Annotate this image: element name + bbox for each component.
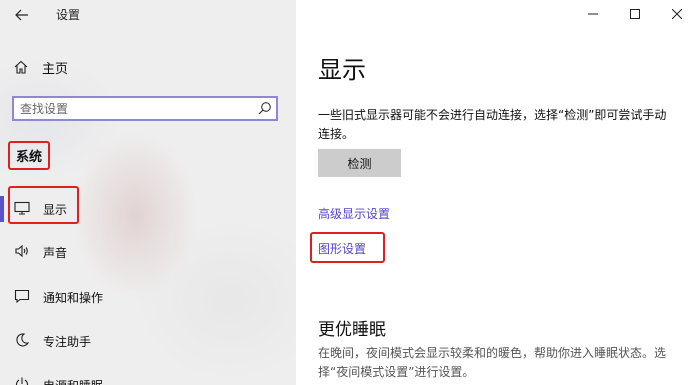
sidebar-item-label: 专注助手 xyxy=(43,335,92,349)
detect-button[interactable]: 检测 xyxy=(318,149,401,177)
sleep-section-title: 更优睡眠 xyxy=(318,320,386,340)
search-icon[interactable] xyxy=(258,101,272,115)
maximize-button[interactable] xyxy=(620,4,650,24)
minimize-icon xyxy=(588,13,598,15)
power-icon xyxy=(15,377,29,385)
active-indicator xyxy=(0,196,4,222)
message-icon xyxy=(14,289,30,304)
page-title: 显示 xyxy=(318,56,366,84)
maximize-icon xyxy=(630,9,640,19)
graphics-settings-link[interactable]: 图形设置 xyxy=(318,240,366,257)
sidebar-item-label: 通知和操作 xyxy=(43,291,104,305)
monitor-icon xyxy=(14,201,30,215)
close-icon xyxy=(672,9,682,19)
sidebar-item-home[interactable]: 主页 xyxy=(14,57,68,77)
close-button[interactable] xyxy=(662,4,692,24)
search-input[interactable] xyxy=(20,100,250,118)
moon-icon xyxy=(16,333,30,347)
minimize-button[interactable] xyxy=(578,4,608,24)
sleep-description: 在晚间，夜间模式会显示较柔和的暖色，帮助你进入睡眠状态。选择“夜间模式设置”进行… xyxy=(318,346,667,379)
section-label-system: 系统 xyxy=(8,141,51,170)
home-label: 主页 xyxy=(42,61,69,77)
search-box[interactable] xyxy=(12,96,278,121)
display-description: 一些旧式显示器可能不会进行自动连接，选择“检测”即可尝试手动连接。 xyxy=(318,108,667,141)
back-arrow-icon xyxy=(15,9,28,21)
back-button[interactable] xyxy=(10,3,34,27)
speaker-icon xyxy=(15,244,28,258)
home-icon xyxy=(14,60,28,74)
sidebar: 设置 主页 系统 显示 声音 通知和操作 xyxy=(0,0,296,385)
sidebar-item-label: 显示 xyxy=(43,203,68,217)
app-title: 设置 xyxy=(56,8,81,22)
advanced-display-settings-link[interactable]: 高级显示设置 xyxy=(318,205,390,222)
sidebar-item-label: 电源和睡眠 xyxy=(43,377,103,385)
sidebar-item-label: 声音 xyxy=(43,246,68,260)
